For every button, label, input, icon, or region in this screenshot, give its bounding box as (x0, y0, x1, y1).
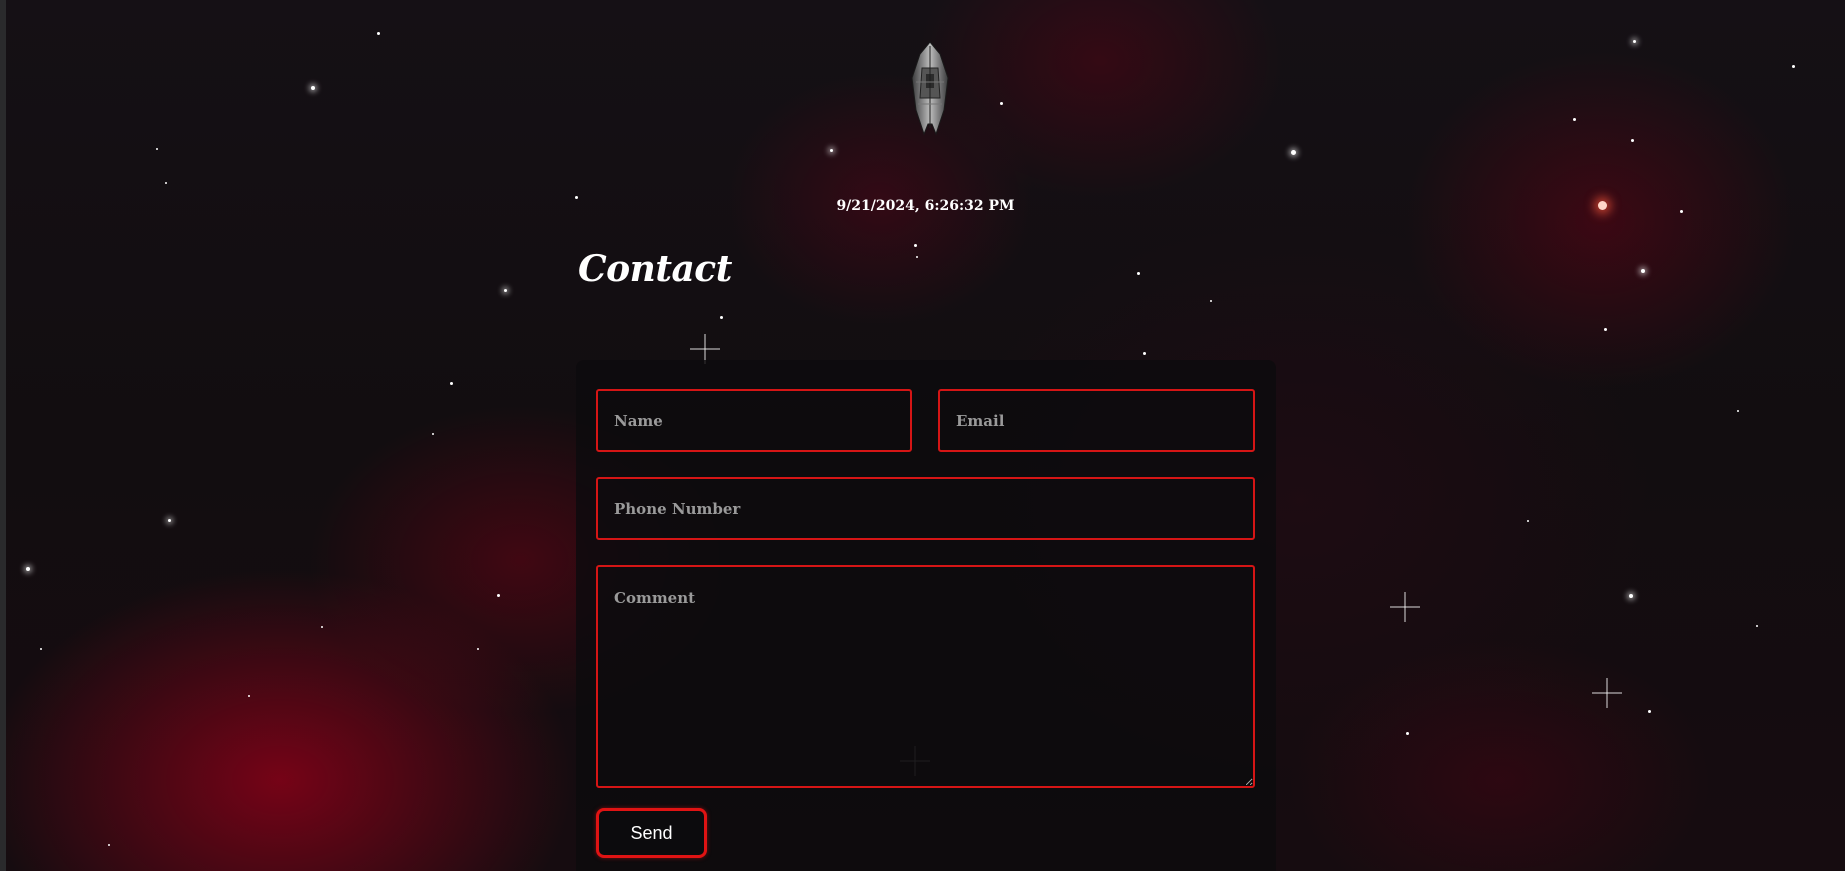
star (497, 594, 500, 597)
star (1000, 102, 1003, 105)
star (914, 244, 917, 247)
star (1648, 710, 1651, 713)
star (108, 844, 110, 846)
star (1527, 520, 1529, 522)
star (477, 648, 479, 650)
star (311, 86, 315, 90)
star (450, 382, 453, 385)
star (1756, 625, 1758, 627)
star (1210, 300, 1212, 302)
star (432, 433, 434, 435)
phone-number-input[interactable] (596, 477, 1255, 540)
comment-textarea[interactable] (596, 565, 1255, 788)
star (321, 626, 323, 628)
spaceship-logo-icon (904, 38, 956, 138)
star (720, 316, 723, 319)
star (1629, 594, 1633, 598)
page-title: Contact (578, 248, 732, 290)
email-input[interactable] (938, 389, 1255, 452)
star (40, 648, 42, 650)
star (1631, 139, 1634, 142)
star (377, 32, 380, 35)
star (165, 182, 167, 184)
star (1604, 328, 1607, 331)
current-datetime: 9/21/2024, 6:26:32 PM (836, 198, 1015, 214)
star (248, 695, 250, 697)
star (168, 519, 171, 522)
star (1291, 150, 1296, 155)
star (504, 289, 507, 292)
send-button[interactable]: Send (596, 808, 707, 858)
page-edge (0, 0, 6, 871)
star (1792, 65, 1795, 68)
star (26, 567, 30, 571)
contact-form: Send (576, 360, 1276, 871)
star (1737, 410, 1739, 412)
name-input[interactable] (596, 389, 912, 452)
star (1137, 272, 1140, 275)
star (1641, 269, 1645, 273)
star (1143, 352, 1146, 355)
star (1633, 40, 1636, 43)
star (916, 256, 918, 258)
star (1406, 732, 1409, 735)
star (1573, 118, 1576, 121)
star (830, 149, 833, 152)
star (156, 148, 158, 150)
sparkle-star (1390, 592, 1420, 622)
sparkle-star (1592, 678, 1622, 708)
